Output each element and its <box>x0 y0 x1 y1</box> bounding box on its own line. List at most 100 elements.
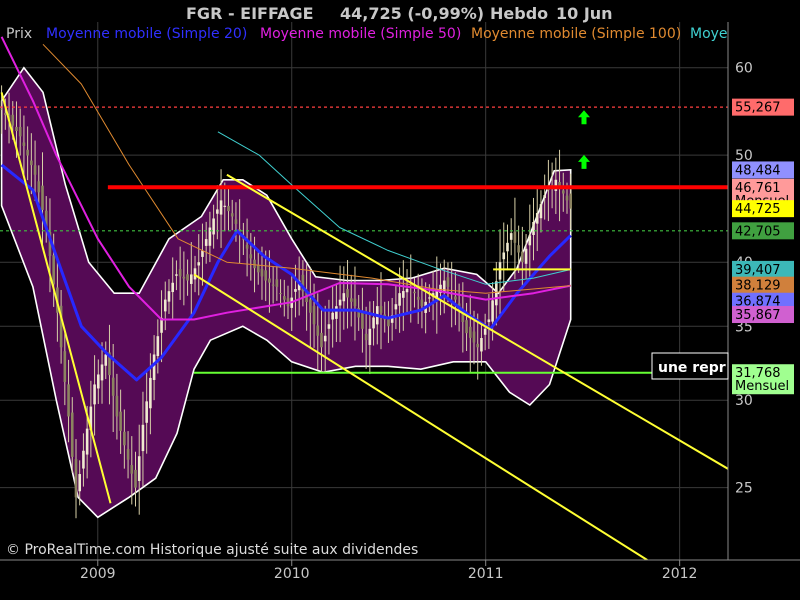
price-bar-body <box>26 149 29 156</box>
price-bar-body <box>524 248 528 264</box>
price-bar-body <box>342 293 346 302</box>
price-bar-body <box>0 108 3 110</box>
price-bar-body <box>126 449 130 460</box>
price-bar-body <box>316 325 320 336</box>
price-bar-body <box>480 337 483 352</box>
annotation-text: une repr <box>658 360 726 376</box>
price-bar-body <box>11 114 15 126</box>
price-bar-body <box>197 262 201 266</box>
x-tick-label-1: 2010 <box>274 566 310 582</box>
price-bar-body <box>78 474 82 492</box>
price-tag-label: 38,129 <box>735 279 781 294</box>
x-tick-label-0: 2009 <box>80 566 116 582</box>
price-bar-body <box>245 244 249 249</box>
price-bar-body <box>565 195 569 201</box>
price-tag-label: 39,407 <box>735 263 781 278</box>
price-bar-body <box>506 242 509 252</box>
price-bar-body <box>171 282 175 293</box>
price-bar-body <box>294 289 297 292</box>
price-bar-body <box>446 277 450 287</box>
price-bar-body <box>535 213 539 224</box>
price-bar-body <box>145 401 148 423</box>
price-bar-body <box>212 218 215 235</box>
price-bar-body <box>216 209 219 214</box>
x-tick-label-3: 2012 <box>662 566 698 582</box>
price-bar-body <box>402 291 405 298</box>
price-tag-0: 55,267 <box>732 98 794 116</box>
price-bar-body <box>364 333 368 341</box>
price-bar-body <box>268 278 271 283</box>
price-bar-body <box>465 320 468 334</box>
price-bar-body <box>502 252 506 260</box>
chart-date: 10 Jun <box>556 4 613 23</box>
price-bar-body <box>428 297 431 299</box>
price-bar-body <box>227 205 230 212</box>
price-bar-body <box>346 289 349 298</box>
price-bar-body <box>156 336 160 357</box>
price-bar-body <box>178 269 182 277</box>
y-tick-label-5: 60 <box>735 61 753 77</box>
price-tag-label: 55,267 <box>735 101 781 116</box>
price-bar-body <box>569 193 573 209</box>
price-bar-body <box>379 305 383 313</box>
x-tick-label-2: 2011 <box>468 566 504 582</box>
price-bar-body <box>234 219 238 224</box>
price-bar-body <box>394 304 398 310</box>
legend-ma20: Moyenne mobile (Simple 20) <box>46 26 247 42</box>
price-bar-body <box>275 279 279 287</box>
price-bar-body <box>167 291 171 302</box>
legend: Prix Moyenne mobile (Simple 20) Moyenne … <box>6 26 728 42</box>
price-bar-body <box>454 296 457 300</box>
price-bar-body <box>279 293 282 295</box>
price-bar-body <box>223 205 227 207</box>
price-chart: FGR - EIFFAGE 44,725 (-0,99%) Hebdo 10 J… <box>0 0 800 600</box>
price-bar-body <box>100 364 104 381</box>
price-bar-body <box>201 250 204 257</box>
price-bar-body <box>320 332 323 348</box>
price-bar-body <box>513 231 517 243</box>
price-bar-body <box>416 296 420 300</box>
copyright-notice: © ProRealTime.com Historique ajusté suit… <box>6 542 418 558</box>
price-tag-3: 44,725 <box>732 200 794 218</box>
price-bar-body <box>219 200 223 215</box>
chart-title: FGR - EIFFAGE <box>186 4 314 23</box>
price-bar-body <box>41 185 44 210</box>
price-bar-body <box>472 331 476 343</box>
price-tag-label: 48,484 <box>735 163 781 178</box>
price-bar-body <box>327 324 331 329</box>
price-bar-body <box>468 326 472 338</box>
price-tag-5: 39,407 <box>732 260 794 278</box>
price-bar-body <box>130 465 134 474</box>
price-bar-body <box>186 274 189 281</box>
price-bar-body <box>521 251 524 263</box>
price-tag-4: 42,705 <box>732 222 794 240</box>
price-bar-body <box>67 384 70 417</box>
price-bar-body <box>93 384 96 405</box>
price-tag-8: 35,867 <box>732 306 794 324</box>
last-quote: 44,725 (-0,99%) <box>340 4 484 23</box>
legend-prix: Prix <box>6 26 32 42</box>
price-bar-body <box>483 328 487 335</box>
price-bar-body <box>63 351 67 382</box>
y-tick-label-0: 25 <box>735 481 753 497</box>
price-bar-body <box>74 459 78 498</box>
price-bar-body <box>111 377 115 396</box>
price-bar-body <box>152 354 156 380</box>
price-bar-body <box>349 298 353 302</box>
price-bar-body <box>256 264 260 273</box>
price-bar-body <box>37 181 41 193</box>
price-bar-body <box>22 142 26 146</box>
price-tag-sub: Mensuel <box>735 379 789 394</box>
price-bar-body <box>528 235 532 246</box>
price-bar-body <box>323 335 327 342</box>
price-bar-body <box>509 233 513 240</box>
price-bar-body <box>476 343 480 348</box>
price-bar-body <box>163 299 167 312</box>
price-bar-body <box>260 268 264 277</box>
price-tag-label: 35,867 <box>735 308 781 323</box>
annotation-box: une repr <box>651 352 729 380</box>
price-bar-body <box>182 276 186 279</box>
price-bar-body <box>189 274 193 284</box>
price-bar-body <box>420 299 424 307</box>
price-bar-body <box>498 262 502 280</box>
